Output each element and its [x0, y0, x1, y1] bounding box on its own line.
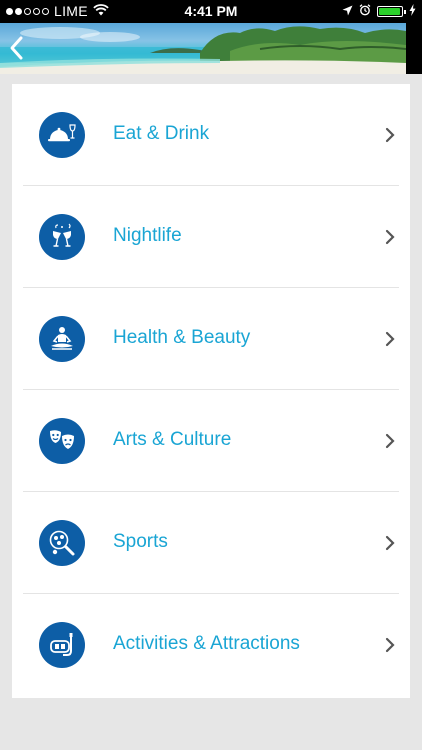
alarm-clock-icon	[359, 3, 371, 19]
menu-item-sports[interactable]: Sports	[12, 492, 410, 594]
location-arrow-icon	[342, 3, 353, 19]
menu-item-activities-attractions[interactable]: Activities & Attractions	[12, 594, 410, 696]
header-edge	[406, 23, 422, 74]
sports-balls-icon	[39, 520, 85, 566]
menu-item-label: Activities & Attractions	[113, 633, 300, 654]
charging-bolt-icon	[409, 3, 416, 19]
menu-item-arts-culture[interactable]: Arts & Culture	[12, 390, 410, 492]
back-button[interactable]	[6, 33, 28, 63]
chevron-left-icon	[10, 36, 23, 60]
status-right	[342, 3, 416, 19]
dining-icon	[39, 112, 85, 158]
menu-item-eat-drink[interactable]: Eat & Drink	[12, 84, 410, 186]
chevron-right-icon	[385, 433, 395, 449]
chevron-right-icon	[385, 331, 395, 347]
menu-item-label: Health & Beauty	[113, 327, 251, 348]
meditation-icon	[39, 316, 85, 362]
category-menu: Eat & Drink Nightlife Health & Beauty Ar…	[12, 84, 410, 698]
menu-item-nightlife[interactable]: Nightlife	[12, 186, 410, 288]
snorkel-mask-icon	[39, 622, 85, 668]
cocktails-icon	[39, 214, 85, 260]
chevron-right-icon	[385, 637, 395, 653]
battery-fill	[379, 7, 400, 15]
beach-banner-image	[0, 26, 406, 74]
battery-icon	[377, 5, 406, 17]
menu-item-label: Eat & Drink	[113, 123, 210, 144]
header-banner	[0, 23, 406, 74]
status-bar: LIME 4:41 PM	[0, 0, 422, 23]
chevron-right-icon	[385, 127, 395, 143]
menu-item-label: Sports	[113, 531, 168, 552]
menu-item-label: Arts & Culture	[113, 429, 232, 450]
menu-item-label: Nightlife	[113, 225, 182, 246]
chevron-right-icon	[385, 535, 395, 551]
theater-masks-icon	[39, 418, 85, 464]
chevron-right-icon	[385, 229, 395, 245]
menu-item-health-beauty[interactable]: Health & Beauty	[12, 288, 410, 390]
